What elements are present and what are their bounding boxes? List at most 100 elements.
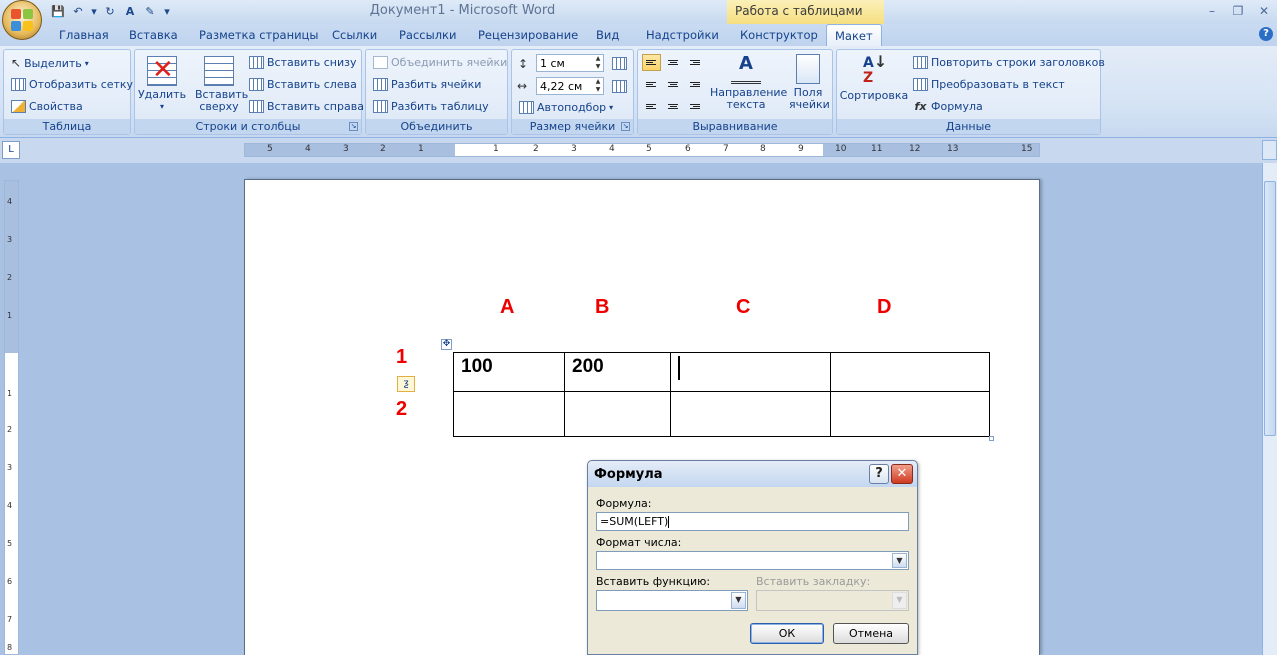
table-cell[interactable]: 100 [453, 352, 565, 392]
tab-addins[interactable]: Надстройки [646, 28, 719, 42]
text-caret [678, 356, 680, 380]
column-width-input[interactable]: 4,22 см ▲ ▼ [536, 77, 604, 95]
table-resize-handle[interactable] [989, 436, 994, 441]
tab-review[interactable]: Рецензирование [478, 28, 578, 42]
tab-layout[interactable]: Макет [826, 24, 882, 47]
undo-icon[interactable]: ↶ [70, 3, 86, 19]
formula-input[interactable]: =SUM(LEFT) [596, 512, 909, 531]
show-gridlines-button[interactable]: Отобразить сетку [11, 78, 133, 91]
close-window-button[interactable]: ✕ [1251, 0, 1277, 22]
tab-selector[interactable]: L [2, 141, 20, 159]
align-top-right-icon[interactable] [686, 54, 705, 71]
smart-tag-icon[interactable]: ƺ [397, 376, 415, 392]
cancel-button[interactable]: Отмена [833, 623, 909, 644]
align-bottom-right-icon[interactable] [686, 98, 705, 115]
align-bottom-left-icon[interactable] [642, 98, 661, 115]
help-icon[interactable]: ? [1259, 27, 1273, 41]
merge-cells-button[interactable]: Объединить ячейки [373, 56, 507, 69]
align-middle-right-icon[interactable] [686, 76, 705, 93]
scrollbar-thumb[interactable] [1264, 181, 1276, 436]
sort-az-icon: A↓ Z [863, 52, 888, 86]
align-bottom-center-icon[interactable] [664, 98, 683, 115]
table-cell[interactable] [670, 352, 831, 392]
context-tab-group-label: Работа с таблицами [727, 0, 884, 24]
view-ruler-toggle[interactable] [1262, 140, 1277, 160]
formula-button[interactable]: fx Формула [913, 100, 983, 113]
table-cell[interactable] [453, 391, 565, 437]
row-height-input[interactable]: 1 см ▲ ▼ [536, 54, 604, 72]
maximize-button[interactable]: ❐ [1225, 0, 1251, 22]
cursor-arrow-icon: ↖ [11, 56, 22, 70]
insert-below-button[interactable]: Вставить снизу [249, 56, 357, 69]
table-cell[interactable] [564, 391, 671, 437]
insert-left-button[interactable]: Вставить слева [249, 78, 357, 91]
tab-view[interactable]: Вид [596, 28, 619, 42]
insert-above-button[interactable]: Вставить сверху [189, 56, 249, 113]
format-painter-icon[interactable]: ✎ [142, 3, 158, 19]
cell-margins-button[interactable]: Поля ячейки [788, 54, 830, 111]
title-bar: Документ1 - Microsoft Word Работа с табл… [0, 0, 1277, 24]
insert-function-select[interactable]: ▼ [596, 590, 748, 611]
table-cell[interactable] [830, 391, 990, 437]
align-middle-center-icon[interactable] [664, 76, 683, 93]
dropdown-arrow-icon[interactable]: ▼ [892, 553, 907, 568]
row-label-1: 1 [396, 346, 408, 368]
split-table-button[interactable]: Разбить таблицу [373, 100, 489, 113]
dialog-launcher-icon[interactable]: ↘ [349, 122, 358, 131]
document-table: 100 200 [453, 352, 990, 437]
table-cell[interactable] [670, 391, 831, 437]
group-label-merge: Объединить [366, 119, 507, 134]
office-button[interactable] [2, 0, 42, 40]
dropdown-arrow-icon[interactable]: ▼ [731, 592, 746, 609]
autofit-button[interactable]: Автоподбор ▾ [519, 101, 613, 114]
delete-button[interactable]: ✕ Удалить ▾ [138, 55, 186, 113]
dialog-launcher-icon[interactable]: ↘ [621, 122, 630, 131]
vertical-ruler[interactable]: 4 3 2 1 1 2 3 4 5 6 7 8 [4, 180, 19, 655]
align-middle-left-icon[interactable] [642, 76, 661, 93]
spin-arrows-icon[interactable]: ▲ ▼ [593, 78, 603, 94]
table-move-handle-icon[interactable]: ✥ [441, 339, 452, 350]
dialog-close-button[interactable]: ✕ [891, 464, 913, 484]
dialog-help-button[interactable]: ? [869, 464, 889, 484]
text-direction-button[interactable]: A Направление текста [708, 54, 787, 111]
column-label-c: C [736, 296, 751, 318]
convert-to-text-button[interactable]: Преобразовать в текст [913, 78, 1065, 91]
split-cells-button[interactable]: Разбить ячейки [373, 78, 481, 91]
distribute-columns-icon[interactable] [612, 80, 627, 93]
tab-page-layout[interactable]: Разметка страницы [199, 28, 318, 42]
properties-icon [11, 100, 26, 113]
spelling-icon[interactable]: А [122, 3, 138, 19]
table-cell[interactable]: 200 [564, 352, 671, 392]
table-cell[interactable] [830, 352, 990, 392]
undo-dropdown-icon[interactable]: ▾ [90, 3, 98, 19]
save-icon[interactable]: 💾 [50, 3, 66, 19]
group-label-cell-size: Размер ячейки [512, 119, 633, 134]
distribute-rows-icon[interactable] [612, 57, 627, 70]
customize-qat-icon[interactable]: ▾ [162, 3, 172, 19]
number-format-select[interactable]: ▼ [596, 551, 909, 570]
horizontal-ruler[interactable]: 5 4 3 2 1 1 2 3 4 5 6 7 8 9 10 11 12 13 … [244, 143, 1040, 157]
tab-references[interactable]: Ссылки [332, 28, 377, 42]
spin-arrows-icon[interactable]: ▲ ▼ [593, 55, 603, 71]
tab-design[interactable]: Конструктор [740, 28, 818, 42]
formula-label: Формула: [596, 497, 652, 510]
insert-column-right-icon [249, 100, 264, 113]
align-top-left-icon[interactable] [642, 54, 661, 71]
align-top-center-icon[interactable] [664, 54, 683, 71]
ok-button[interactable]: ОК [750, 623, 824, 644]
select-button[interactable]: ↖ Выделить ▾ [11, 56, 89, 70]
tab-insert[interactable]: Вставка [129, 28, 178, 42]
ruler-number: 1 [7, 389, 13, 398]
repeat-header-rows-button[interactable]: Повторить строки заголовков [913, 56, 1105, 69]
ruler-number: 5 [646, 144, 652, 154]
redo-icon[interactable]: ↻ [102, 3, 118, 19]
minimize-button[interactable]: – [1199, 0, 1225, 22]
chevron-down-icon: ▾ [609, 103, 614, 112]
properties-button[interactable]: Свойства [11, 100, 83, 113]
sort-button[interactable]: A↓ Z Сортировка [840, 52, 909, 102]
column-label-d: D [877, 296, 892, 318]
insert-right-button[interactable]: Вставить справа [249, 100, 364, 113]
tab-home[interactable]: Главная [59, 28, 109, 42]
vertical-scrollbar[interactable] [1262, 163, 1277, 655]
tab-mailings[interactable]: Рассылки [399, 28, 456, 42]
